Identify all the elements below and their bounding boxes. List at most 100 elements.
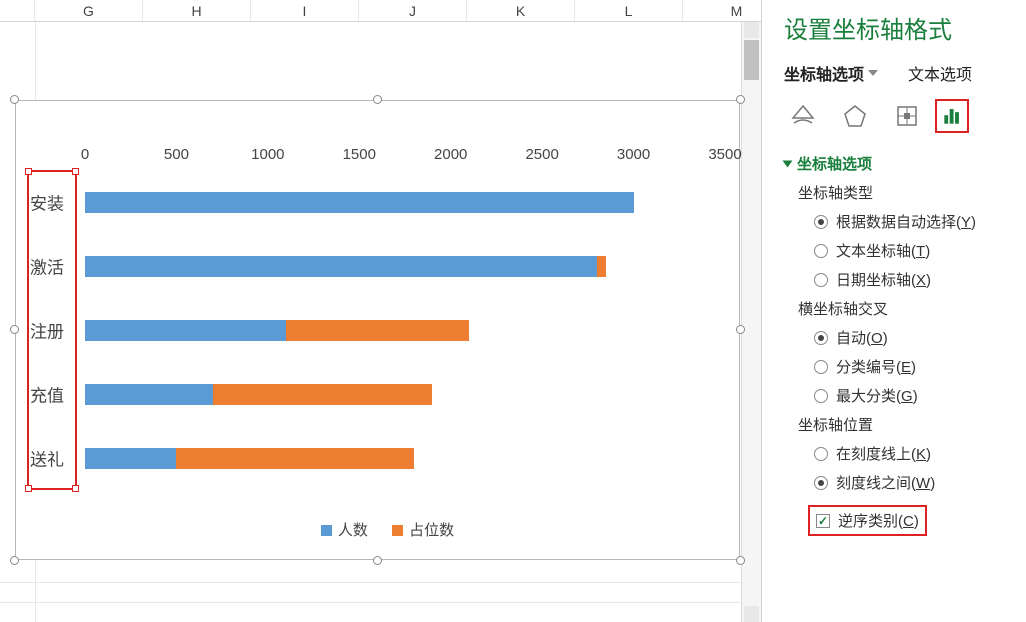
col-header[interactable]: G <box>35 0 143 21</box>
resize-handle[interactable] <box>10 325 19 334</box>
opt-label: 刻度线之间 <box>836 475 911 492</box>
chart-legend[interactable]: 人数 占位数 <box>15 519 740 540</box>
chart-object[interactable]: 图表标题 0500100015002000250030003500 安装激活注册… <box>15 100 740 560</box>
opt-key: W <box>916 475 930 492</box>
radio-cross-auto[interactable]: 自动(O) <box>814 327 1012 348</box>
selection-handle[interactable] <box>72 168 79 175</box>
fill-line-icon[interactable] <box>786 99 820 133</box>
radio-icon <box>814 447 828 461</box>
bar-segment[interactable] <box>85 320 286 341</box>
opt-key: G <box>901 388 913 405</box>
checkbox-reverse-categories[interactable]: 逆序类别(C) <box>808 505 927 536</box>
tab-text-options[interactable]: 文本选项 <box>908 61 972 85</box>
axis-options-icon[interactable] <box>935 99 969 133</box>
legend-swatch <box>392 525 403 536</box>
x-tick-label: 3500 <box>708 146 741 163</box>
category-axis-label[interactable]: 激活 <box>30 254 80 279</box>
x-tick-label: 1500 <box>343 146 376 163</box>
scroll-up-button[interactable] <box>744 22 759 38</box>
selection-handle[interactable] <box>72 485 79 492</box>
radio-pos-on-tick[interactable]: 在刻度线上(K) <box>814 443 1012 464</box>
opt-key: C <box>903 513 914 530</box>
radio-pos-between[interactable]: 刻度线之间(W) <box>814 472 1012 493</box>
scroll-down-button[interactable] <box>744 606 759 622</box>
category-axis-label[interactable]: 送礼 <box>30 446 80 471</box>
selection-handle[interactable] <box>25 168 32 175</box>
bar-segment[interactable] <box>176 448 414 469</box>
bar-segment[interactable] <box>85 256 597 277</box>
effects-icon[interactable] <box>838 99 872 133</box>
x-tick-label: 0 <box>81 146 89 163</box>
opt-key: K <box>916 446 926 463</box>
category-axis-label[interactable]: 安装 <box>30 190 80 215</box>
opt-label: 分类编号 <box>836 359 896 376</box>
opt-key: T <box>916 243 925 260</box>
opt-key: X <box>916 272 926 289</box>
category-axis-label[interactable]: 注册 <box>30 318 80 343</box>
col-header[interactable]: K <box>467 0 575 21</box>
opt-key: O <box>871 330 883 347</box>
selection-handle[interactable] <box>25 485 32 492</box>
radio-cross-max[interactable]: 最大分类(G) <box>814 385 1012 406</box>
col-header-blank <box>0 0 35 21</box>
scroll-thumb[interactable] <box>744 40 759 80</box>
legend-label: 人数 <box>338 522 368 539</box>
x-tick-label: 1000 <box>251 146 284 163</box>
radio-icon <box>814 389 828 403</box>
bar-segment[interactable] <box>597 256 606 277</box>
vertical-scrollbar[interactable] <box>741 22 761 622</box>
legend-label: 占位数 <box>409 522 454 539</box>
pane-title: 设置坐标轴格式 <box>784 10 1012 45</box>
resize-handle[interactable] <box>736 325 745 334</box>
bar-segment[interactable] <box>286 320 469 341</box>
radio-cross-cat[interactable]: 分类编号(E) <box>814 356 1012 377</box>
x-tick-label: 500 <box>164 146 189 163</box>
expand-icon <box>783 160 793 167</box>
format-axis-pane: 设置坐标轴格式 坐标轴选项 文本选项 坐标轴选项 坐标轴类型 根据数据自动选择(… <box>762 0 1026 622</box>
bar-segment[interactable] <box>85 448 176 469</box>
col-header[interactable]: L <box>575 0 683 21</box>
col-header[interactable]: I <box>251 0 359 21</box>
resize-handle[interactable] <box>10 95 19 104</box>
tab-axis-options[interactable]: 坐标轴选项 <box>784 61 878 85</box>
radio-axis-date[interactable]: 日期坐标轴(X) <box>814 269 1012 290</box>
column-headers-row: G H I J K L M <box>0 0 761 22</box>
opt-label: 逆序类别 <box>838 513 898 530</box>
checkbox-icon <box>816 514 830 528</box>
section-header[interactable]: 坐标轴选项 <box>784 153 1012 174</box>
radio-icon <box>814 331 828 345</box>
opt-label: 自动 <box>836 330 866 347</box>
col-header[interactable]: H <box>143 0 251 21</box>
chart-plot-area[interactable]: 0500100015002000250030003500 安装激活注册充值送礼 <box>85 170 725 490</box>
col-header[interactable]: J <box>359 0 467 21</box>
resize-handle[interactable] <box>373 95 382 104</box>
radio-axis-auto[interactable]: 根据数据自动选择(Y) <box>814 211 1012 232</box>
resize-handle[interactable] <box>736 556 745 565</box>
chevron-down-icon <box>868 70 878 76</box>
pane-icon-row <box>784 99 1012 133</box>
radio-icon <box>814 273 828 287</box>
opt-label: 根据数据自动选择 <box>836 214 956 231</box>
bar-segment[interactable] <box>213 384 432 405</box>
category-axis-label[interactable]: 充值 <box>30 382 80 407</box>
cross-header: 横坐标轴交叉 <box>798 298 1012 319</box>
bar-segment[interactable] <box>85 384 213 405</box>
section-header-label: 坐标轴选项 <box>797 153 872 174</box>
bar-segment[interactable] <box>85 192 634 213</box>
resize-handle[interactable] <box>10 556 19 565</box>
radio-icon <box>814 360 828 374</box>
size-properties-icon[interactable] <box>890 99 924 133</box>
spreadsheet-area[interactable]: G H I J K L M 图表标题 050010001500200025003… <box>0 0 762 622</box>
tab-label: 文本选项 <box>908 61 972 85</box>
tab-label: 坐标轴选项 <box>784 61 864 85</box>
x-tick-label: 2000 <box>434 146 467 163</box>
x-tick-label: 2500 <box>525 146 558 163</box>
radio-axis-text[interactable]: 文本坐标轴(T) <box>814 240 1012 261</box>
resize-handle[interactable] <box>373 556 382 565</box>
axis-position-header: 坐标轴位置 <box>798 414 1012 435</box>
radio-icon <box>814 215 828 229</box>
resize-handle[interactable] <box>736 95 745 104</box>
opt-label: 最大分类 <box>836 388 896 405</box>
opt-label: 在刻度线上 <box>836 446 911 463</box>
opt-label: 文本坐标轴 <box>836 243 911 260</box>
